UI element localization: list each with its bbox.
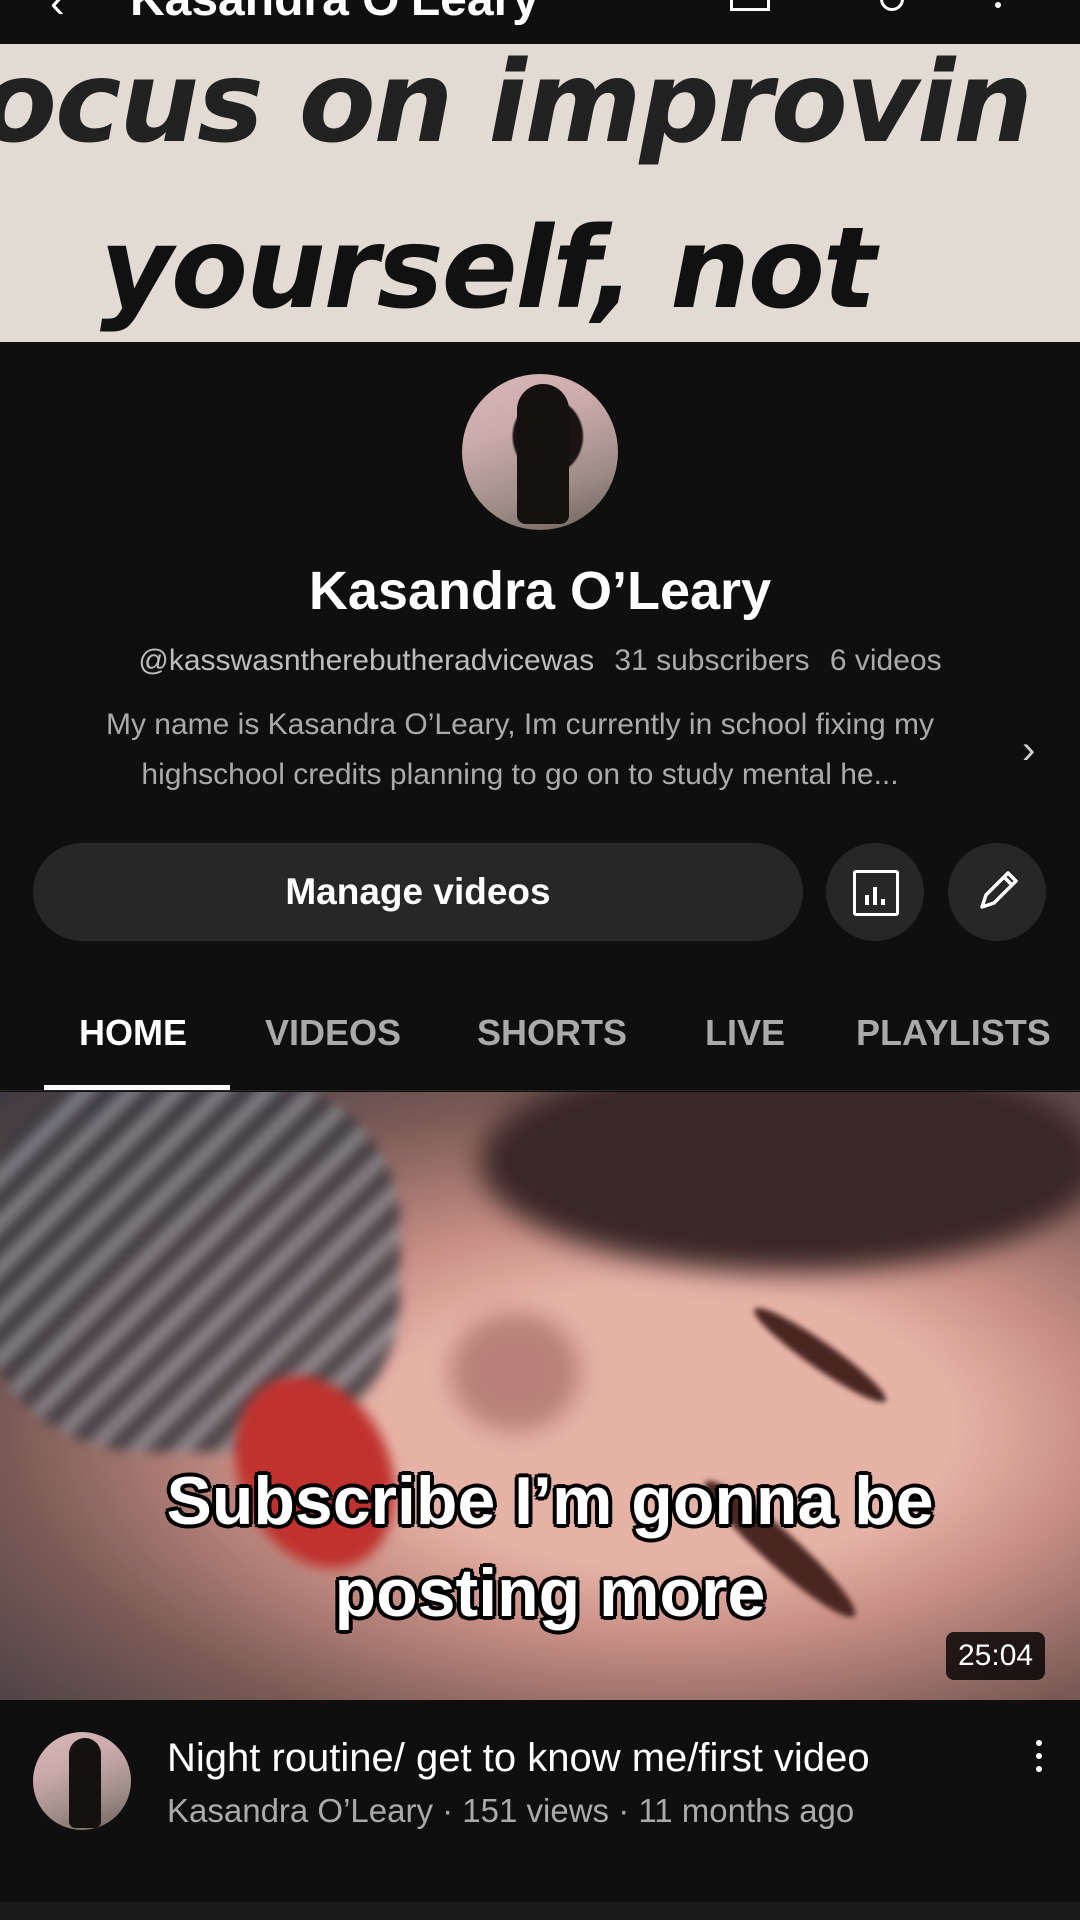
manage-videos-button[interactable]: Manage videos [33,843,803,941]
top-app-bar: ‹ Kasandra O'Leary [0,0,1080,44]
next-item-edge [0,1902,1080,1920]
channel-avatar[interactable] [462,374,618,530]
tab-home[interactable]: HOME [79,1012,187,1054]
analytics-button[interactable] [826,843,924,941]
video-count: 6 videos [829,644,942,677]
tab-playlists[interactable]: PLAYLISTS [856,1012,1051,1054]
cast-icon[interactable] [730,0,770,11]
pencil-icon [980,871,1018,909]
more-icon[interactable] [995,2,1001,8]
video-channel-avatar[interactable] [33,1732,131,1830]
thumbnail-caption: Subscribe I’m gonna be posting more [0,1455,1080,1639]
tab-live[interactable]: LIVE [705,1012,785,1054]
more-vert-icon[interactable] [1036,1740,1044,1779]
video-info-row[interactable]: Night routine/ get to know me/first vide… [0,1700,1080,1880]
banner-text-line2: yourself, not [100,204,876,334]
search-icon[interactable] [880,0,904,11]
tab-shorts[interactable]: SHORTS [477,1012,627,1054]
tab-videos[interactable]: VIDEOS [265,1012,401,1054]
edit-channel-button[interactable] [948,843,1046,941]
video-title[interactable]: Night routine/ get to know me/first vide… [167,1736,870,1781]
subscriber-count: 31 subscribers [614,644,810,677]
channel-meta: @kasswasntherebutheradvicewas 31 subscri… [0,644,1080,678]
banner-text-line1: ocus on improvin [0,44,1033,168]
caption-line: posting more [334,1555,766,1631]
channel-banner: ocus on improvin yourself, not [0,44,1080,342]
caption-line: Subscribe I’m gonna be [166,1463,934,1539]
chevron-right-icon[interactable]: › [1022,728,1035,773]
video-meta: Kasandra O’Leary · 151 views · 11 months… [167,1792,855,1829]
back-arrow-icon[interactable]: ‹ [50,0,65,28]
analytics-icon [853,870,899,916]
active-tab-indicator [44,1085,230,1090]
channel-tabs: HOME VIDEOS SHORTS LIVE PLAYLISTS [0,1000,1080,1091]
channel-handle: @kasswasntherebutheradvicewas [138,644,595,677]
channel-name: Kasandra O’Leary [308,561,772,621]
channel-description[interactable]: My name is Kasandra O’Leary, Im currentl… [40,700,1000,800]
video-duration-badge: 25:04 [946,1632,1046,1680]
channel-title: Kasandra O'Leary [130,0,539,27]
